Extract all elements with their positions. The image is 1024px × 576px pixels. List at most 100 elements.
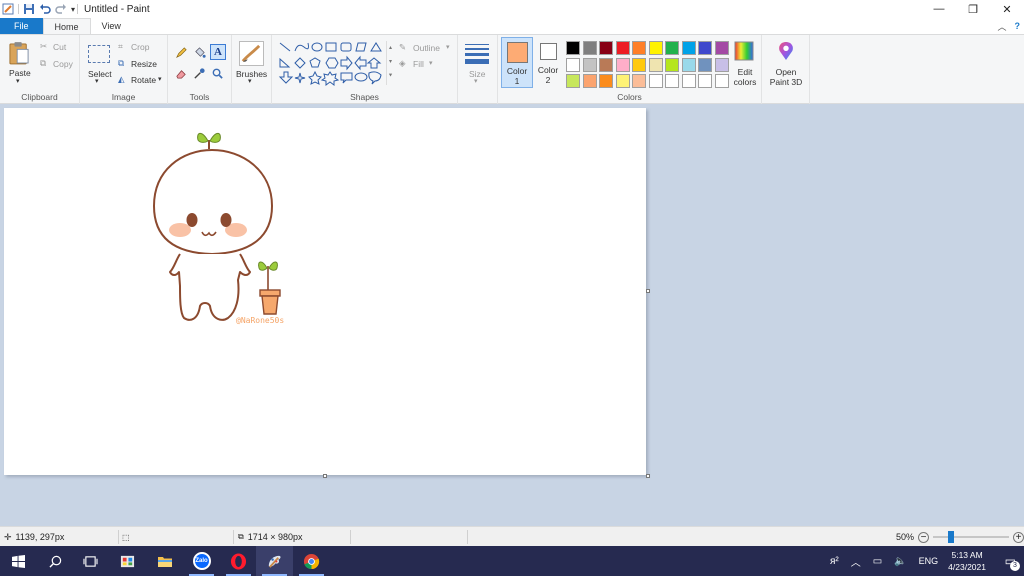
palette-swatch[interactable] (632, 74, 646, 88)
battery-icon[interactable]: ▭ (873, 556, 882, 567)
palette-swatch[interactable] (681, 57, 696, 72)
resize-handle-right[interactable] (646, 289, 650, 293)
rotate-dropdown-icon[interactable]: ▾ (158, 75, 162, 83)
color-picker-icon[interactable] (193, 67, 206, 80)
open-paint3d-button[interactable]: Open Paint 3D (766, 67, 806, 87)
redo-icon[interactable] (55, 3, 67, 15)
close-button[interactable]: ✕ (990, 0, 1024, 18)
shapes-scroll-icon[interactable]: ▴ ▾ ⯆ (386, 41, 394, 85)
edit-colors-button[interactable]: Edit colors (731, 67, 759, 87)
eraser-icon[interactable] (175, 67, 188, 80)
outline-button[interactable]: Outline (413, 43, 440, 53)
copy-button[interactable]: Copy (53, 59, 73, 69)
palette-swatch[interactable] (714, 74, 729, 88)
crop-button[interactable]: Crop (131, 42, 149, 52)
taskbar-app-chrome[interactable] (293, 546, 330, 576)
help-icon[interactable]: ? (1015, 21, 1021, 31)
drawing-canvas[interactable]: @NaRone50s (4, 108, 650, 478)
tab-home[interactable]: Home (42, 18, 91, 34)
color2-button[interactable]: Color 2 (535, 37, 565, 88)
edit-colors-icon[interactable] (734, 41, 754, 61)
size-dropdown-icon[interactable]: ▾ (474, 77, 478, 85)
workspace[interactable]: @NaRone50s (0, 104, 1024, 526)
zoom-out-icon[interactable]: − (918, 531, 930, 543)
palette-swatch[interactable] (599, 41, 613, 55)
language-indicator[interactable]: ENG (919, 556, 939, 566)
palette-swatch[interactable] (582, 74, 597, 88)
magnifier-icon[interactable] (211, 67, 224, 80)
palette-swatch[interactable] (698, 57, 712, 72)
palette-swatch[interactable] (632, 41, 646, 55)
pencil-icon[interactable] (175, 46, 188, 59)
people-icon[interactable]: ᴙ² (830, 556, 839, 567)
palette-swatch[interactable] (681, 41, 696, 55)
palette-swatch[interactable] (599, 57, 613, 72)
zoom-in-icon[interactable]: + (1013, 531, 1024, 543)
cut-button[interactable]: Cut (53, 42, 66, 52)
paste-button[interactable]: Paste (9, 68, 31, 78)
palette-swatch[interactable] (698, 41, 712, 55)
tab-file[interactable]: File (0, 18, 43, 34)
palette-swatch[interactable] (714, 41, 729, 55)
select-icon[interactable] (88, 45, 110, 63)
palette-swatch[interactable] (665, 74, 679, 88)
tab-view[interactable]: View (91, 18, 132, 34)
size-icon[interactable] (465, 43, 489, 65)
palette-swatch[interactable] (615, 41, 630, 55)
save-icon[interactable] (23, 3, 35, 15)
resize-button[interactable]: Resize (131, 59, 157, 69)
search-button[interactable] (37, 546, 74, 576)
restore-button[interactable]: ❐ (956, 0, 990, 18)
palette-swatch[interactable] (566, 41, 580, 55)
color1-button[interactable]: Color 1 (501, 37, 533, 88)
fill-shape-button[interactable]: Fill (413, 59, 424, 69)
taskbar-app-paint[interactable] (256, 546, 293, 576)
customize-qa-icon[interactable]: ▾ (71, 5, 75, 14)
paste-icon[interactable] (9, 41, 29, 65)
taskbar-app-zalo[interactable]: Zalo (183, 546, 220, 576)
fill-icon[interactable] (193, 46, 206, 59)
fill-shape-dropdown-icon[interactable]: ▾ (429, 59, 433, 67)
clock[interactable]: 5:13 AM 4/23/2021 (948, 549, 986, 573)
paint-app-icon[interactable] (2, 3, 14, 15)
palette-swatch[interactable] (582, 41, 597, 55)
brushes-icon[interactable] (239, 41, 264, 66)
text-icon[interactable]: A (210, 44, 226, 60)
palette-swatch[interactable] (681, 74, 696, 88)
paste-dropdown-icon[interactable]: ▾ (16, 77, 20, 85)
palette-swatch[interactable] (648, 57, 663, 72)
palette-swatch[interactable] (665, 41, 679, 55)
paint3d-icon[interactable] (777, 41, 795, 61)
palette-swatch[interactable] (648, 74, 663, 88)
palette-swatch[interactable] (698, 74, 712, 88)
palette-swatch[interactable] (615, 57, 630, 72)
task-view-button[interactable] (72, 546, 109, 576)
taskbar-app-opera[interactable] (220, 546, 257, 576)
show-hidden-icons-icon[interactable]: ︿ (851, 554, 861, 569)
select-button[interactable]: Select (88, 69, 112, 79)
collapse-ribbon-icon[interactable]: ︿ (997, 20, 1006, 33)
palette-swatch[interactable] (648, 41, 663, 55)
minimize-button[interactable]: — (922, 0, 956, 18)
taskbar-app-paint-pinned[interactable] (109, 546, 146, 576)
shapes-gallery-icon[interactable] (278, 41, 388, 89)
palette-swatch[interactable] (632, 57, 646, 72)
palette-swatch[interactable] (665, 57, 679, 72)
rotate-button[interactable]: Rotate (131, 75, 156, 85)
palette-swatch[interactable] (714, 57, 729, 72)
brushes-dropdown-icon[interactable]: ▾ (248, 77, 252, 85)
resize-handle-corner[interactable] (646, 474, 650, 478)
palette-swatch[interactable] (615, 74, 630, 88)
zoom-slider[interactable] (933, 531, 1010, 543)
zoom-slider-thumb[interactable] (948, 531, 955, 543)
volume-icon[interactable]: 🔈 (894, 556, 906, 567)
palette-swatch[interactable] (566, 57, 580, 72)
outline-dropdown-icon[interactable]: ▾ (446, 43, 450, 51)
palette-swatch[interactable] (566, 74, 580, 88)
undo-icon[interactable] (39, 3, 51, 15)
palette-swatch[interactable] (599, 74, 613, 88)
notification-center-button[interactable]: ▭ 3 (1005, 546, 1020, 576)
resize-handle-bottom[interactable] (323, 474, 327, 478)
start-button[interactable] (0, 546, 37, 576)
taskbar-app-file-explorer[interactable] (146, 546, 183, 576)
